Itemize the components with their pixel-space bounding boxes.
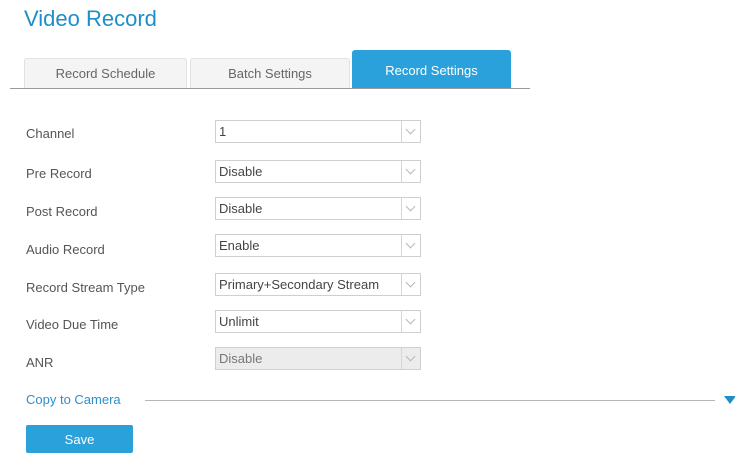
- record-stream-type-select[interactable]: Primary+Secondary Stream: [215, 273, 421, 296]
- tab-bar: Record Schedule Batch Settings Record Se…: [10, 50, 530, 90]
- anr-value: Disable: [219, 351, 263, 366]
- pre-record-value: Disable: [219, 164, 263, 179]
- chevron-down-icon: [401, 161, 420, 182]
- audio-record-select[interactable]: Enable: [215, 234, 421, 257]
- video-due-time-value: Unlimit: [219, 314, 259, 329]
- audio-record-value: Enable: [219, 238, 260, 253]
- chevron-down-icon: [401, 235, 420, 256]
- audio-record-label: Audio Record: [26, 242, 105, 257]
- tab-divider: [10, 88, 530, 89]
- chevron-down-icon: [401, 348, 420, 369]
- save-button[interactable]: Save: [26, 425, 133, 453]
- triangle-down-icon[interactable]: [724, 396, 735, 404]
- video-due-time-select[interactable]: Unlimit: [215, 310, 421, 333]
- page-title: Video Record: [24, 6, 157, 31]
- post-record-label: Post Record: [26, 204, 98, 219]
- channel-value: 1: [219, 124, 227, 139]
- record-stream-type-value: Primary+Secondary Stream: [219, 277, 380, 292]
- channel-label: Channel: [26, 126, 75, 141]
- chevron-down-icon: [401, 311, 420, 332]
- chevron-down-icon: [401, 121, 420, 142]
- pre-record-select[interactable]: Disable: [215, 160, 421, 183]
- post-record-value: Disable: [219, 201, 263, 216]
- chevron-down-icon: [401, 198, 420, 219]
- copy-divider: [145, 400, 715, 401]
- video-due-time-label: Video Due Time: [26, 317, 119, 332]
- copy-to-camera-link[interactable]: Copy to Camera: [26, 392, 121, 407]
- post-record-select[interactable]: Disable: [215, 197, 421, 220]
- tab-batch-settings[interactable]: Batch Settings: [190, 58, 350, 88]
- channel-select[interactable]: 1: [215, 120, 421, 143]
- pre-record-label: Pre Record: [26, 166, 92, 181]
- record-stream-type-label: Record Stream Type: [26, 280, 145, 295]
- tab-record-schedule[interactable]: Record Schedule: [24, 58, 187, 88]
- anr-label: ANR: [26, 355, 54, 370]
- chevron-down-icon: [401, 274, 420, 295]
- anr-select: Disable: [215, 347, 421, 370]
- tab-record-settings[interactable]: Record Settings: [352, 50, 511, 88]
